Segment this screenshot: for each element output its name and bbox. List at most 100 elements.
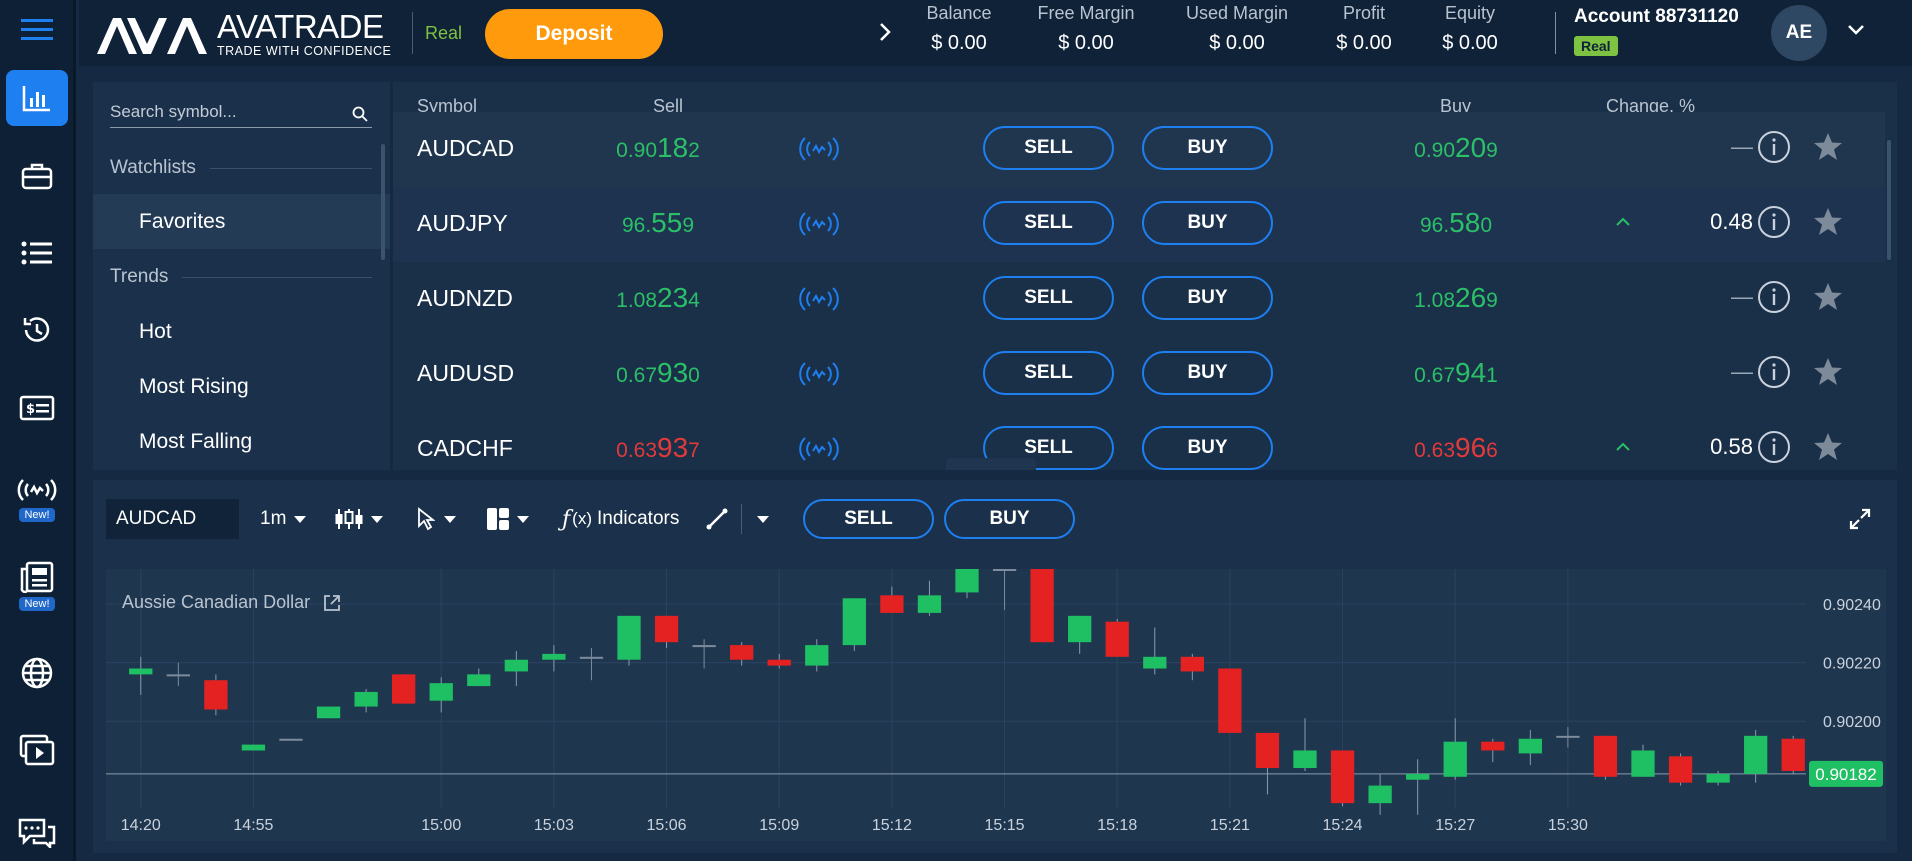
- star-icon[interactable]: [1813, 207, 1843, 236]
- table-row[interactable]: CADCHF 0.63937 SELL BUY 0.63966 0.58: [393, 412, 1885, 470]
- signal-icon[interactable]: [798, 359, 840, 389]
- rail-charts-button[interactable]: [6, 70, 68, 126]
- sidebar-item-most-rising[interactable]: Most Rising: [93, 359, 390, 414]
- star-icon[interactable]: [1813, 132, 1843, 161]
- table-scrollbar[interactable]: [1887, 140, 1891, 260]
- info-icon[interactable]: [1757, 130, 1791, 164]
- table-row[interactable]: AUDJPY 96.559 SELL BUY 96.580 0.48: [393, 187, 1885, 262]
- rail-signals-button[interactable]: New!: [6, 464, 68, 534]
- layout-dropdown[interactable]: [486, 499, 530, 539]
- chevron-right-icon[interactable]: [879, 22, 891, 42]
- rail-funds-button[interactable]: $: [6, 380, 68, 436]
- sell-price-tail: 4: [688, 289, 700, 312]
- account-info[interactable]: Account 88731120 Real: [1574, 6, 1739, 56]
- sidebar-item-most-falling[interactable]: Most Falling: [93, 414, 390, 469]
- signal-icon[interactable]: [798, 209, 840, 239]
- signal-icon[interactable]: [798, 434, 840, 464]
- panel-resize-handle[interactable]: [946, 458, 1036, 470]
- rail-history-button[interactable]: [6, 302, 68, 358]
- buy-button[interactable]: BUY: [1142, 126, 1273, 170]
- info-icon[interactable]: [1757, 280, 1791, 314]
- timeframe-dropdown[interactable]: 1m: [260, 499, 307, 539]
- star-icon[interactable]: [1813, 282, 1843, 311]
- caret-down-icon: [294, 516, 307, 523]
- sell-price: 1.08234: [583, 282, 733, 314]
- candle-down: [204, 680, 228, 710]
- candle-up: [1631, 750, 1655, 777]
- sidebar-item-favorites[interactable]: Favorites: [93, 194, 390, 249]
- candle-up: [1368, 785, 1392, 804]
- row-symbol[interactable]: AUDJPY: [417, 210, 508, 237]
- signal-icon[interactable]: [798, 284, 840, 314]
- price-chart[interactable]: 14:20 14:55 15:00 15:03 15:06 15:09 15:12 15:15…: [106, 569, 1886, 841]
- draw-tool-button[interactable]: [706, 499, 728, 539]
- deposit-button[interactable]: Deposit: [485, 9, 663, 59]
- row-symbol[interactable]: CADCHF: [417, 435, 513, 462]
- sidebar-scrollbar[interactable]: [381, 144, 385, 260]
- chevron-down-icon[interactable]: [1847, 24, 1865, 36]
- buy-price-pips: 26: [1455, 282, 1487, 313]
- expand-icon[interactable]: [1849, 508, 1871, 530]
- cursor-tool-dropdown[interactable]: [417, 499, 457, 539]
- sell-button[interactable]: SELL: [983, 201, 1114, 245]
- dollar-card-icon: $: [19, 395, 55, 421]
- external-link-icon[interactable]: [322, 593, 342, 613]
- sell-price-tail: 9: [682, 214, 695, 237]
- rail-portfolio-button[interactable]: [6, 148, 68, 204]
- x-tick-label: 15:24: [1323, 817, 1363, 834]
- globe-icon: [21, 657, 53, 689]
- avatrade-logo[interactable]: AVATRADE TRADE WITH CONFIDENCE: [97, 10, 391, 58]
- sell-button[interactable]: SELL: [983, 351, 1114, 395]
- row-symbol[interactable]: AUDUSD: [417, 360, 514, 387]
- buy-button[interactable]: BUY: [1142, 351, 1273, 395]
- rail-videos-button[interactable]: [6, 722, 68, 778]
- buy-button[interactable]: BUY: [1142, 276, 1273, 320]
- change-up-icon: [1616, 217, 1630, 226]
- star-icon[interactable]: [1813, 357, 1843, 386]
- info-icon[interactable]: [1757, 355, 1791, 389]
- info-icon[interactable]: [1757, 430, 1791, 464]
- candle-up: [166, 674, 190, 677]
- buy-button[interactable]: BUY: [1142, 426, 1273, 470]
- chart-type-dropdown[interactable]: [333, 499, 384, 539]
- rail-news-button[interactable]: New!: [6, 550, 68, 622]
- buy-button[interactable]: BUY: [1142, 201, 1273, 245]
- indicators-button[interactable]: ƒ (x) Indicators: [562, 499, 679, 539]
- buy-price: 0.90209: [1381, 132, 1531, 164]
- chart-buy-button[interactable]: BUY: [944, 499, 1075, 539]
- menu-button[interactable]: [6, 2, 68, 58]
- rail-orders-button[interactable]: [6, 225, 68, 281]
- sidebar-item-hot[interactable]: Hot: [93, 304, 390, 359]
- search-input[interactable]: Search symbol...: [110, 94, 372, 128]
- buy-price: 0.63966: [1381, 432, 1531, 464]
- rail-chat-button[interactable]: [6, 805, 68, 861]
- row-symbol[interactable]: AUDCAD: [417, 135, 514, 162]
- candle-up: [1293, 750, 1317, 769]
- star-icon[interactable]: [1813, 432, 1843, 461]
- search-icon[interactable]: [352, 106, 368, 122]
- candlestick-chart[interactable]: 14:20 14:55 15:00 15:03 15:06 15:09 15:12 15:15…: [106, 569, 1886, 841]
- sidebar-item-label: Most Rising: [139, 374, 249, 398]
- rail-markets-button[interactable]: [6, 645, 68, 701]
- draw-tool-dropdown[interactable]: [756, 499, 770, 539]
- stat-value: $ 0.00: [931, 32, 987, 54]
- avatar[interactable]: AE: [1771, 5, 1827, 61]
- sell-button[interactable]: SELL: [983, 126, 1114, 170]
- buy-price-tail: 0: [1480, 214, 1493, 237]
- buy-price-pips: 94: [1455, 357, 1487, 388]
- sell-button[interactable]: SELL: [983, 276, 1114, 320]
- table-row[interactable]: AUDUSD 0.67930 SELL BUY 0.67941—: [393, 337, 1885, 412]
- candle-down: [1030, 569, 1054, 643]
- sell-price-prefix: 0.67: [616, 364, 658, 387]
- stat-value: $ 0.00: [1336, 32, 1392, 54]
- candle-down: [1330, 750, 1355, 804]
- row-symbol[interactable]: AUDNZD: [417, 285, 513, 312]
- info-icon[interactable]: [1757, 205, 1791, 239]
- buy-price-prefix: 0.67: [1414, 364, 1456, 387]
- table-row[interactable]: AUDNZD 1.08234 SELL BUY 1.08269—: [393, 262, 1885, 337]
- table-row[interactable]: AUDCAD 0.90182 SELL BUY 0.90209—: [393, 112, 1885, 187]
- chart-sell-button[interactable]: SELL: [803, 499, 934, 539]
- stat-balance: Balance $ 0.00: [919, 3, 999, 55]
- signal-icon[interactable]: [798, 134, 840, 164]
- chart-symbol-input[interactable]: AUDCAD: [106, 499, 239, 539]
